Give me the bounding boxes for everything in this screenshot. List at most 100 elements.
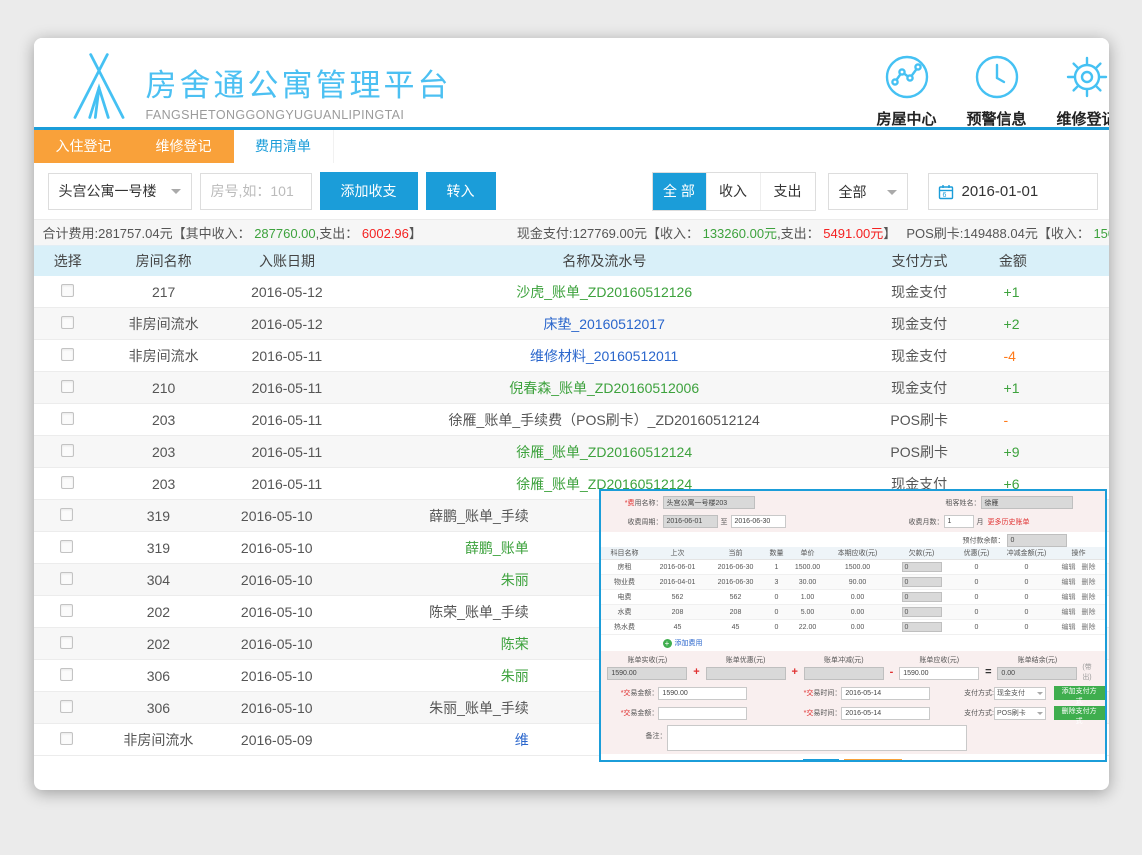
row-checkbox[interactable]	[60, 508, 73, 521]
delete-link[interactable]: 删除	[1081, 579, 1095, 586]
months-input[interactable]: 1	[944, 515, 974, 528]
row-checkbox[interactable]	[60, 540, 73, 553]
fee-owe-input[interactable]: 0	[902, 562, 942, 572]
row-name-link[interactable]: 沙虎_账单_ZD20160512126	[516, 284, 692, 300]
row-checkbox[interactable]	[61, 316, 74, 329]
fee-prev: 45	[649, 624, 707, 631]
trade-time-input[interactable]: 2016-05-14	[841, 707, 930, 720]
row-checkbox[interactable]	[61, 284, 74, 297]
building-select[interactable]: 头宫公寓一号楼	[48, 173, 192, 210]
calc-field: 账单实收(元)1590.00	[605, 655, 691, 680]
page-title: 房舍通公寓管理平台	[146, 60, 452, 105]
row-name-link[interactable]: 陈荣	[501, 636, 529, 652]
category-select-value: 全部	[839, 182, 867, 202]
row-checkbox[interactable]	[61, 444, 74, 457]
delete-link[interactable]: 删除	[1081, 594, 1095, 601]
row-name-link[interactable]: 维	[515, 732, 529, 748]
remark-textarea[interactable]	[667, 725, 967, 751]
tab-fee-list[interactable]: 费用清单	[234, 130, 334, 163]
toggle-all[interactable]: 全 部	[653, 173, 707, 210]
pay-method-select[interactable]: POS刷卡	[994, 707, 1046, 720]
edit-link[interactable]: 编辑	[1062, 624, 1076, 631]
row-name-link[interactable]: 床垫_20160512017	[543, 316, 664, 332]
period-to-input[interactable]: 2016-06-30	[731, 515, 786, 528]
row-name-link[interactable]: 陈荣_账单_手续	[429, 604, 529, 620]
add-income-expense-button[interactable]: 添加收支	[320, 172, 418, 210]
category-select[interactable]: 全部	[828, 173, 908, 210]
summary-text: 287760.00	[251, 226, 316, 241]
row-name-link[interactable]: 薛鹏_账单_手续	[429, 508, 529, 524]
transfer-in-button[interactable]: 转入	[426, 172, 496, 210]
edit-link[interactable]: 编辑	[1062, 609, 1076, 616]
room-number-input[interactable]	[200, 173, 312, 210]
save-button[interactable]: 保 存	[803, 759, 839, 763]
payment-action-button[interactable]: 删除支付方式	[1054, 706, 1105, 720]
row-checkbox[interactable]	[61, 412, 74, 425]
delete-link[interactable]: 删除	[1081, 564, 1095, 571]
row-checkbox[interactable]	[60, 732, 73, 745]
calc-field-input[interactable]	[706, 667, 786, 680]
trade-time-input[interactable]: 2016-05-14	[841, 687, 930, 700]
row-checkbox[interactable]	[60, 572, 73, 585]
payment-action-button[interactable]: 添加支付方式	[1054, 686, 1105, 700]
nav-item-warning-info[interactable]: 预警信息	[952, 54, 1042, 129]
calc-field-input[interactable]: 1590.00	[899, 667, 979, 680]
popup-column-header: 数量	[765, 548, 789, 558]
row-room-name: 217	[102, 284, 225, 300]
fee-discount: 0	[955, 564, 999, 571]
delete-link[interactable]: 删除	[1081, 624, 1095, 631]
remark-row: 备注：	[601, 723, 1105, 754]
tenant-name-input[interactable]: 徐雁	[981, 496, 1073, 509]
fee-owe-input[interactable]: 0	[902, 592, 942, 602]
calc-field-input[interactable]: 1590.00	[607, 667, 687, 680]
trade-amount-input[interactable]: 1590.00	[658, 687, 747, 700]
calc-field-input[interactable]: 0.00	[997, 667, 1077, 680]
edit-link[interactable]: 编辑	[1062, 579, 1076, 586]
row-checkbox[interactable]	[60, 636, 73, 649]
row-checkbox[interactable]	[61, 380, 74, 393]
tab-checkin-register[interactable]: 入住登记	[34, 130, 134, 163]
fee-owe-input[interactable]: 0	[902, 607, 942, 617]
row-name-link[interactable]: 徐雁_账单_手续费（POS刷卡）_ZD20160512124	[449, 412, 760, 428]
row-checkbox[interactable]	[60, 668, 73, 681]
row-name-link[interactable]: 朱丽	[501, 668, 529, 684]
add-fee-link[interactable]: 添加费用	[675, 638, 703, 648]
row-name-link[interactable]: 维修材料_20160512011	[530, 348, 678, 364]
period-from-input[interactable]: 2016-06-01	[663, 515, 718, 528]
row-checkbox[interactable]	[60, 700, 73, 713]
fee-prev: 562	[649, 594, 707, 601]
history-bills-link[interactable]: 更多历史账单	[988, 517, 1030, 527]
fee-owe-input[interactable]: 0	[902, 577, 942, 587]
fee-offset: 0	[999, 624, 1055, 631]
pay-method-select[interactable]: 现金支付	[994, 687, 1046, 700]
row-name-link[interactable]: 朱丽	[501, 572, 529, 588]
row-name-link[interactable]: 朱丽_账单_手续	[429, 700, 529, 716]
row-entry-date: 2016-05-10	[218, 636, 336, 652]
nav-item-house-center[interactable]: 房屋中心	[862, 54, 952, 129]
chevron-down-icon	[171, 189, 181, 199]
row-checkbox[interactable]	[61, 348, 74, 361]
summary-text: 5491.00元	[820, 226, 884, 241]
toggle-expense[interactable]: 支出	[761, 173, 815, 210]
date-from-input[interactable]: 6 2016-01-01	[928, 173, 1098, 210]
period-to-label: 至	[721, 517, 728, 527]
back-to-fee-center-button[interactable]: 返回费用中心	[844, 759, 902, 763]
row-name-link[interactable]: 倪春森_账单_ZD20160512006	[509, 380, 699, 396]
toggle-income[interactable]: 收入	[707, 173, 761, 210]
popup-fee-row: 电费 562 562 0 1.00 0.00 0 0 0 编辑 删除	[601, 590, 1105, 605]
prepaid-input[interactable]: 0	[1007, 534, 1067, 547]
nav-item-repair-register[interactable]: 维修登记	[1042, 54, 1109, 129]
trade-amount-input[interactable]	[658, 707, 747, 720]
fee-owe-input[interactable]: 0	[902, 622, 942, 632]
row-name-link[interactable]: 徐雁_账单_ZD20160512124	[516, 444, 692, 460]
fee-name-input[interactable]: 头宫公寓一号楼203	[663, 496, 755, 509]
delete-link[interactable]: 删除	[1081, 609, 1095, 616]
svg-text:6: 6	[942, 192, 946, 199]
edit-link[interactable]: 编辑	[1062, 564, 1076, 571]
row-checkbox[interactable]	[61, 476, 74, 489]
row-name-link[interactable]: 薛鹏_账单	[465, 540, 529, 556]
calc-field-input[interactable]	[804, 667, 884, 680]
edit-link[interactable]: 编辑	[1062, 594, 1076, 601]
tab-repair-register[interactable]: 维修登记	[134, 130, 234, 163]
row-checkbox[interactable]	[60, 604, 73, 617]
